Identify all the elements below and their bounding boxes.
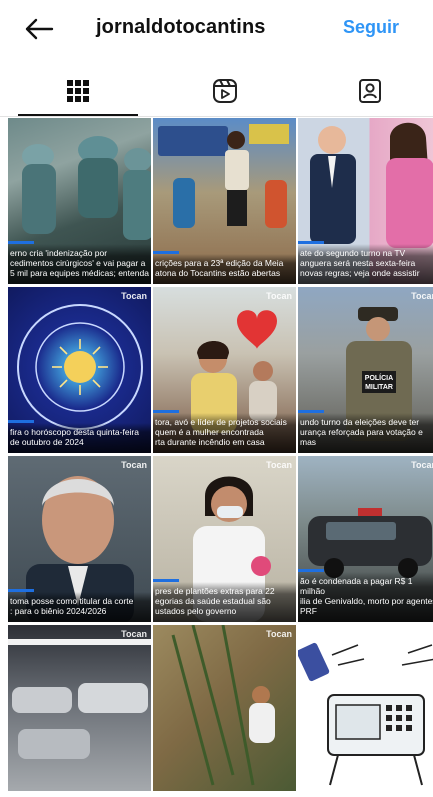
svg-text:MILITAR: MILITAR [365,384,393,391]
post-tile[interactable]: erno cria 'indenização por cedimentos ci… [8,118,151,284]
brand-watermark: Tocan [121,291,147,301]
post-tile[interactable]: crições para a 23ª edição da Meia atona … [153,118,296,284]
post-caption: ate do segundo turno na TV anguera será … [298,244,433,284]
brand-watermark: Tocan [266,629,292,639]
post-caption: tora, avó e líder de projetos sociais qu… [153,413,296,453]
post-caption: ão é condenada a pagar R$ 1 milhão ilia … [298,572,433,622]
caption-accent-bar [298,569,324,572]
caption-accent-bar [8,589,34,592]
post-tile[interactable]: Tocan toma posse como titular da corte :… [8,456,151,622]
brand-watermark: Tocan [266,460,292,470]
post-caption: erno cria 'indenização por cedimentos ci… [8,244,151,284]
follow-button[interactable]: Seguir [343,17,399,38]
caption-accent-bar [8,420,34,423]
brand-watermark: Tocan [121,460,147,470]
post-caption: crições para a 23ª edição da Meia atona … [153,254,296,284]
tagged-icon [359,78,381,103]
grid-icon [67,79,89,102]
caption-accent-bar [8,241,34,244]
tab-reels[interactable] [155,66,295,115]
caption-accent-bar [298,241,324,244]
tab-posts-grid[interactable] [8,66,148,116]
caption-accent-bar [298,410,324,413]
svg-text:POLÍCIA: POLÍCIA [365,373,393,382]
post-image-cars-parking [8,625,151,791]
posts-grid: erno cria 'indenização por cedimentos ci… [8,118,433,797]
profile-tabs [0,66,433,117]
post-tile[interactable]: Tocan ão é condenada a pagar R$ 1 milhão… [298,456,433,622]
brand-watermark: Tocan [266,291,292,301]
tab-tagged[interactable] [300,66,433,115]
brand-watermark: Tocan [411,291,433,301]
post-tile[interactable]: Tocan [153,625,296,791]
profile-username: jornaldotocantins [96,16,266,38]
post-caption: toma posse como titular da corte : para … [8,592,151,622]
brand-watermark: Tocan [121,629,147,639]
post-caption: fira o horóscopo desta quinta-feira de o… [8,423,151,453]
post-tile[interactable]: Tocan [8,625,151,791]
arrow-left-icon [25,18,54,40]
post-tile[interactable]: Tocan tora, avó e líder de projetos soci… [153,287,296,453]
brand-watermark: Tocan [411,460,433,470]
caption-accent-bar [153,410,179,413]
post-caption: undo turno da eleições deve ter urança r… [298,413,433,453]
back-button[interactable] [22,14,56,44]
post-caption: pres de plantões extras para 22 egorias … [153,582,296,622]
caption-accent-bar [153,579,179,582]
profile-header: jornaldotocantins Seguir [0,0,433,58]
post-tile[interactable]: Tocan fira o horóscopo desta quinta-feir… [8,287,151,453]
post-tile[interactable] [298,625,433,791]
post-tile[interactable]: ate do segundo turno na TV anguera será … [298,118,433,284]
caption-accent-bar [153,251,179,254]
reels-icon [213,78,237,103]
post-image-ballot-box-cartoon [298,625,433,791]
post-tile[interactable]: Tocan pres de plantões extras para 22 eg… [153,456,296,622]
post-tile[interactable]: POLÍCIA MILITAR Tocan undo turno da elei… [298,287,433,453]
post-image-field-work [153,625,296,791]
